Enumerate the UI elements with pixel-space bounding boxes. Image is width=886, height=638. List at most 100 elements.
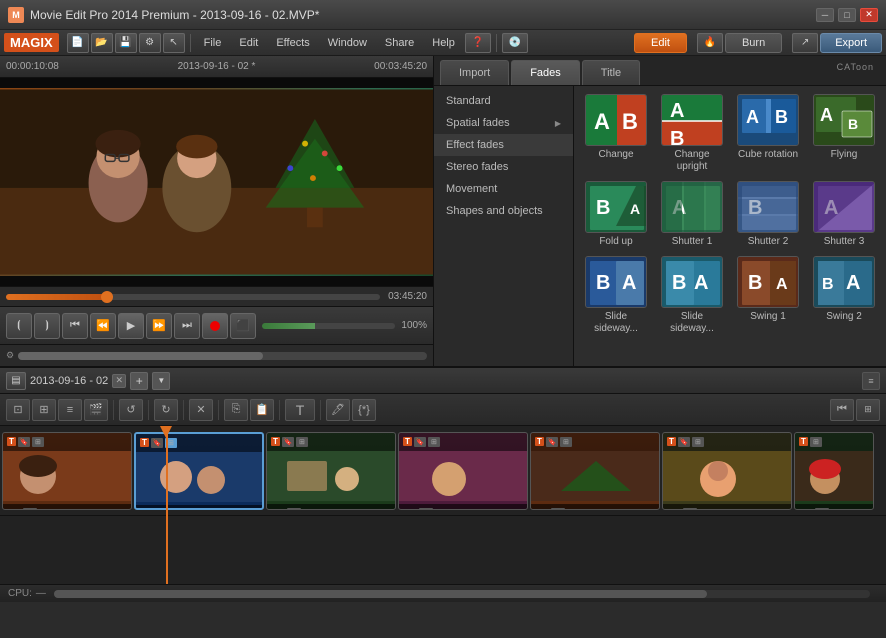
effect-flying[interactable]: A B Flying <box>810 94 878 173</box>
tl-paste-btn[interactable]: 📋 <box>250 399 274 421</box>
tl-view-btn2[interactable]: ⊞ <box>32 399 56 421</box>
play-button[interactable]: ▶ <box>118 313 144 339</box>
minimize-button[interactable]: ─ <box>816 8 834 22</box>
tl-view-btn1[interactable]: ⊡ <box>6 399 30 421</box>
tl-color-btn[interactable]: 🖊 <box>326 399 350 421</box>
effect-shutter2[interactable]: B Shutter 2 <box>734 181 802 248</box>
effect-slide1[interactable]: B A Slide sideway... <box>582 256 650 335</box>
clip-name-6: Open Presents... <box>699 508 767 510</box>
tl-zoom-btn[interactable]: ⊞ <box>856 399 880 421</box>
clip-film-2 <box>156 509 170 510</box>
mark-out-button[interactable]: ⦘ <box>34 313 60 339</box>
tl-undo-btn[interactable]: ↺ <box>119 399 143 421</box>
tl-text-btn[interactable]: T <box>285 399 315 421</box>
clip-open-presents-3[interactable]: T 🔖 ⊞ AB Open Presents... <box>662 432 792 510</box>
clip-icon-1a: 🔖 <box>18 437 30 447</box>
effect-swing1[interactable]: B A Swing 1 <box>734 256 802 335</box>
volume-slider[interactable] <box>262 323 395 329</box>
close-button[interactable]: ✕ <box>860 8 878 22</box>
maximize-button[interactable]: □ <box>838 8 856 22</box>
sidebar-item-spatial[interactable]: Spatial fades ▶ <box>434 112 573 134</box>
effect-shutter3[interactable]: A Shutter 3 <box>810 181 878 248</box>
timeline-close-button[interactable]: ✕ <box>112 374 126 388</box>
tl-sep-5 <box>279 400 280 420</box>
svg-text:A: A <box>776 276 788 293</box>
clip-ab-1: AB <box>7 509 21 510</box>
new-button[interactable]: 📄 <box>67 33 89 53</box>
export-icon[interactable]: ↗ <box>792 33 818 53</box>
sidebar-item-effect-fades[interactable]: Effect fades <box>434 134 573 156</box>
effect-swing2[interactable]: A B Swing 2 <box>810 256 878 335</box>
progress-thumb[interactable] <box>101 291 113 303</box>
menu-effects[interactable]: Effects <box>268 35 317 51</box>
effect-shutter1[interactable]: A Shutter 1 <box>658 181 726 248</box>
next-cut-button[interactable]: ⏭ <box>174 313 200 339</box>
menu-help[interactable]: Help <box>424 35 463 51</box>
effect-fold-up[interactable]: B A Fold up <box>582 181 650 248</box>
clip-milk-cookies[interactable]: T 🔖 ⊞ AB Milk Cookies... <box>266 432 396 510</box>
effect-thumb-slide1: B A <box>585 256 647 308</box>
volume-label: 100% <box>401 320 427 331</box>
effect-cube-rotation[interactable]: A B Cube rotation <box>734 94 802 173</box>
effect-change[interactable]: A B Change <box>582 94 650 173</box>
record-button[interactable] <box>202 313 228 339</box>
effect-thumb-flying: A B <box>813 94 875 146</box>
effect-slide2[interactable]: A B Slide sideway... <box>658 256 726 335</box>
open-button[interactable]: 📂 <box>91 33 113 53</box>
timeline-dropdown-button[interactable]: ▼ <box>152 372 170 390</box>
clip-open-presents-1[interactable]: T 🔖 ⊞ AB Open Presents... <box>398 432 528 510</box>
tl-view-btn3[interactable]: ≡ <box>58 399 82 421</box>
effect-change-upright[interactable]: A B Change upright <box>658 94 726 173</box>
prev-cut-button[interactable]: ⏮ <box>62 313 88 339</box>
effect-label-swing2: Swing 2 <box>826 311 862 323</box>
effect-label-flying: Flying <box>831 149 858 161</box>
step-back-button[interactable]: ⏪ <box>90 313 116 339</box>
tl-start-btn[interactable]: ⏮ <box>830 399 854 421</box>
progress-track[interactable] <box>6 294 380 300</box>
scroll-track[interactable] <box>18 352 427 360</box>
timeline-end-button[interactable]: ≡ <box>862 372 880 390</box>
horizontal-scroll[interactable] <box>54 590 870 598</box>
help-icon-button[interactable]: ❓ <box>465 33 491 53</box>
tl-delete-btn[interactable]: ✕ <box>189 399 213 421</box>
clip-icon-3a: 🔖 <box>282 437 294 447</box>
clip-film-4 <box>419 508 433 510</box>
video-panel: 00:00:10:08 2013-09-16 - 02 * 00:03:45:2… <box>0 56 434 366</box>
menu-file[interactable]: File <box>196 35 230 51</box>
clip-santa[interactable]: T ⊞ AB Santa... <box>794 432 874 510</box>
tl-copy-btn[interactable]: ⎘ <box>224 399 248 421</box>
clip-kids-pyjamas[interactable]: T 🔖 ⊞ AB Kids in Pyjam... <box>134 432 264 510</box>
timeline-add-button[interactable]: + <box>130 372 148 390</box>
tl-fx-btn[interactable]: {*} <box>352 399 376 421</box>
clip-open-presents-2[interactable]: T 🔖 ⊞ AB Open Presents... <box>530 432 660 510</box>
sidebar-item-shapes[interactable]: Shapes and objects <box>434 200 573 222</box>
sidebar-item-stereo[interactable]: Stereo fades <box>434 156 573 178</box>
tab-burn[interactable]: Burn <box>725 33 782 53</box>
sidebar-item-standard[interactable]: Standard <box>434 90 573 112</box>
menu-edit[interactable]: Edit <box>231 35 266 51</box>
catoon-logo: CAToon <box>831 60 880 85</box>
tl-view-btn4[interactable]: 🎬 <box>84 399 108 421</box>
clip-girl-santa[interactable]: T 🔖 ⊞ AB Girl and Sant... <box>2 432 132 510</box>
clip-header-1: T 🔖 ⊞ <box>3 433 131 451</box>
save-button[interactable]: 💾 <box>115 33 137 53</box>
step-forward-button[interactable]: ⏩ <box>146 313 172 339</box>
menu-window[interactable]: Window <box>320 35 375 51</box>
clip-film-1 <box>23 508 37 510</box>
disk-icon-button[interactable]: 💿 <box>502 33 528 53</box>
tab-edit[interactable]: Edit <box>634 33 687 53</box>
burn-icon[interactable]: 🔥 <box>697 33 723 53</box>
export-button[interactable]: Export <box>820 33 882 53</box>
effect-thumb-change-upright: A B <box>661 94 723 146</box>
settings-button[interactable]: ⚙ <box>139 33 161 53</box>
menu-share[interactable]: Share <box>377 35 422 51</box>
tl-redo-btn[interactable]: ↻ <box>154 399 178 421</box>
mark-in-button[interactable]: ⦗ <box>6 313 32 339</box>
stop-button[interactable]: ⬛ <box>230 313 256 339</box>
cursor-button[interactable]: ↖ <box>163 33 185 53</box>
tab-import[interactable]: Import <box>440 60 509 85</box>
tab-title[interactable]: Title <box>582 60 640 85</box>
tab-fades[interactable]: Fades <box>511 60 580 85</box>
progress-bar-area[interactable]: 03:45:20 <box>0 286 433 306</box>
sidebar-item-movement[interactable]: Movement <box>434 178 573 200</box>
